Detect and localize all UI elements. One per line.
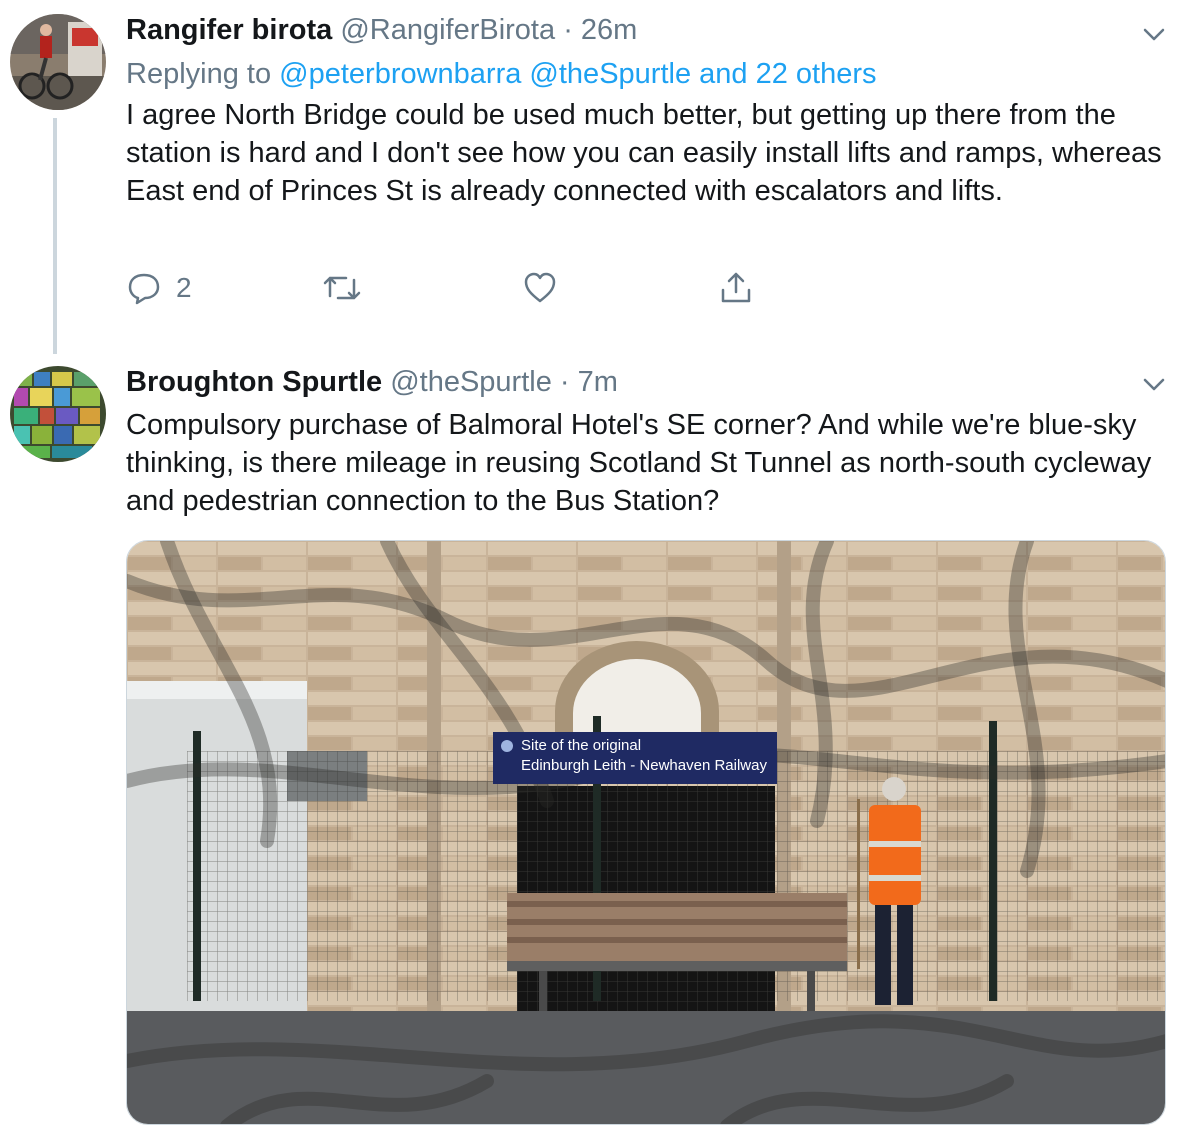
sign-line-1: Site of the original [521, 737, 642, 754]
share-button[interactable] [718, 266, 754, 310]
chevron-down-icon[interactable] [1140, 20, 1168, 48]
sign-line-2: Edinburgh Leith - Newhaven Railway [521, 757, 767, 774]
display-name[interactable]: Rangifer birota [126, 14, 332, 46]
user-handle[interactable]: @theSpurtle [390, 366, 552, 398]
user-avatar[interactable] [10, 14, 106, 110]
user-avatar[interactable] [10, 366, 106, 462]
tweet-text: I agree North Bridge could be used much … [126, 99, 1162, 207]
like-button[interactable] [522, 266, 558, 310]
colorful-grid-avatar-icon [10, 366, 106, 462]
tweet-photo[interactable]: Site of the original Edinburgh Leith - N… [126, 540, 1166, 1125]
sign-bullet-icon [501, 740, 513, 752]
replying-to: Replying to @peterbrownbarra @theSpurtle… [126, 57, 877, 91]
reply-icon [128, 273, 160, 305]
like-icon [524, 272, 556, 303]
retweet-button[interactable] [322, 266, 362, 310]
separator-dot: · [559, 366, 570, 398]
timestamp[interactable]: 26m [581, 14, 637, 46]
tweet-header: Rangifer birota @RangiferBirota · 26m [126, 13, 637, 47]
user-handle[interactable]: @RangiferBirota [340, 14, 555, 46]
station-photo [127, 541, 1165, 1124]
timestamp[interactable]: 7m [578, 366, 618, 398]
display-name[interactable]: Broughton Spurtle [126, 366, 382, 398]
separator-dot: · [563, 14, 573, 46]
replying-mentions-link[interactable]: @peterbrownbarra @theSpurtle and 22 othe… [279, 58, 876, 90]
thread-connector-line [53, 118, 57, 354]
tweet-actions: 2 [126, 266, 826, 310]
reply-count: 2 [176, 272, 192, 303]
tweet-header: Broughton Spurtle @theSpurtle · 7m [126, 365, 618, 399]
replying-prefix: Replying to [126, 58, 272, 90]
cyclist-avatar-icon [10, 14, 106, 110]
station-sign: Site of the original Edinburgh Leith - N… [493, 732, 777, 784]
reply-button[interactable]: 2 [126, 266, 192, 310]
tweet-text: Compulsory purchase of Balmoral Hotel's … [126, 409, 1152, 517]
share-icon [721, 272, 751, 303]
chevron-down-icon[interactable] [1140, 370, 1168, 398]
retweet-icon [323, 276, 361, 300]
